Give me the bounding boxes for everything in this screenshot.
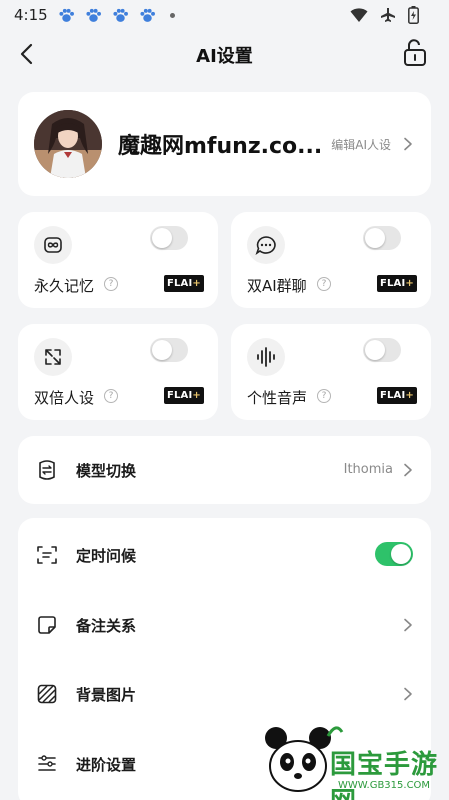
flai-plus-badge: FLAI+ [163,275,204,292]
voice-wave-icon [247,338,285,376]
toggle-knob [365,340,385,360]
status-indicators [350,6,419,24]
chevron-right-icon [404,618,412,632]
battery-icon [408,6,419,24]
paw-notification-icon [139,7,156,24]
badge-plus: + [192,390,201,401]
double-persona-toggle[interactable] [150,338,188,362]
sliders-icon [38,755,56,771]
flai-plus-badge: FLAI+ [376,387,417,404]
help-icon[interactable]: ? [317,389,331,403]
paw-notification-icon [85,7,102,24]
badge-text: FLAI [166,278,193,289]
model-switch-row[interactable]: 模型切换 Ithomia [18,436,431,504]
feature-label: 双倍人设 [34,389,95,407]
chevron-right-icon [404,463,412,477]
edit-ai-persona-link[interactable]: 编辑AI人设 [331,136,391,153]
page-title: AI设置 [196,46,253,67]
scan-text-icon [37,546,57,564]
paw-notification-icon [58,7,75,24]
badge-text: FLAI [379,278,406,289]
unlock-icon[interactable] [401,38,429,68]
note-relation-label: 备注关系 [76,617,137,635]
badge-plus: + [405,278,414,289]
model-switch-icon [39,460,55,480]
expand-icon [34,338,72,376]
timed-greeting-label: 定时问候 [76,547,137,565]
watermark-url: WWW.GB315.COM [338,780,431,791]
airplane-mode-icon [381,8,395,22]
feature-label: 永久记忆 [34,277,95,295]
feature-tile-dual-ai-chat: 双AI群聊 ? FLAI+ [231,212,431,308]
badge-text: FLAI [166,390,193,401]
toggle-knob [365,228,385,248]
current-model-value: Ithomia [343,462,393,477]
status-bar: 4:15 [0,0,449,30]
badge-plus: + [192,278,201,289]
advanced-settings-label: 进阶设置 [76,756,137,774]
watermark-text: 国宝手游网 [330,750,439,800]
feature-tile-permanent-memory: 永久记忆 ? FLAI+ [18,212,218,308]
permanent-memory-toggle[interactable] [150,226,188,250]
background-image-label: 背景图片 [76,686,137,704]
avatar-illustration [34,110,102,178]
avatar [34,110,102,178]
toggle-knob [391,544,411,564]
chevron-right-icon [404,687,412,701]
help-icon[interactable]: ? [317,277,331,291]
chevron-right-icon [404,137,412,151]
help-icon[interactable]: ? [104,277,118,291]
note-icon [38,616,56,634]
badge-text: FLAI [379,390,406,401]
personal-voice-toggle[interactable] [363,338,401,362]
stripes-image-icon [37,684,57,704]
feature-label: 双AI群聊 [247,277,307,295]
paw-notification-icon [112,7,129,24]
help-icon[interactable]: ? [104,389,118,403]
flai-plus-badge: FLAI+ [376,275,417,292]
feature-tile-double-persona: 双倍人设 ? FLAI+ [18,324,218,420]
chat-bubble-icon [247,226,285,264]
infinity-icon [34,226,72,264]
dual-ai-chat-toggle[interactable] [363,226,401,250]
more-notifications-dot-icon [169,12,175,18]
feature-label: 个性音声 [247,389,308,407]
model-switch-label: 模型切换 [76,462,137,480]
ai-name: 魔趣网mfunz.co... [118,134,323,159]
top-nav-bar: AI设置 [0,32,449,76]
timed-greeting-toggle[interactable] [375,542,413,566]
ai-profile-card[interactable]: 魔趣网mfunz.co... 编辑AI人设 [18,92,431,196]
wifi-icon [350,8,368,22]
feature-tile-personal-voice: 个性音声 ? FLAI+ [231,324,431,420]
flai-plus-badge: FLAI+ [163,387,204,404]
toggle-knob [152,228,172,248]
status-time: 4:15 [14,6,48,24]
toggle-knob [152,340,172,360]
badge-plus: + [405,390,414,401]
